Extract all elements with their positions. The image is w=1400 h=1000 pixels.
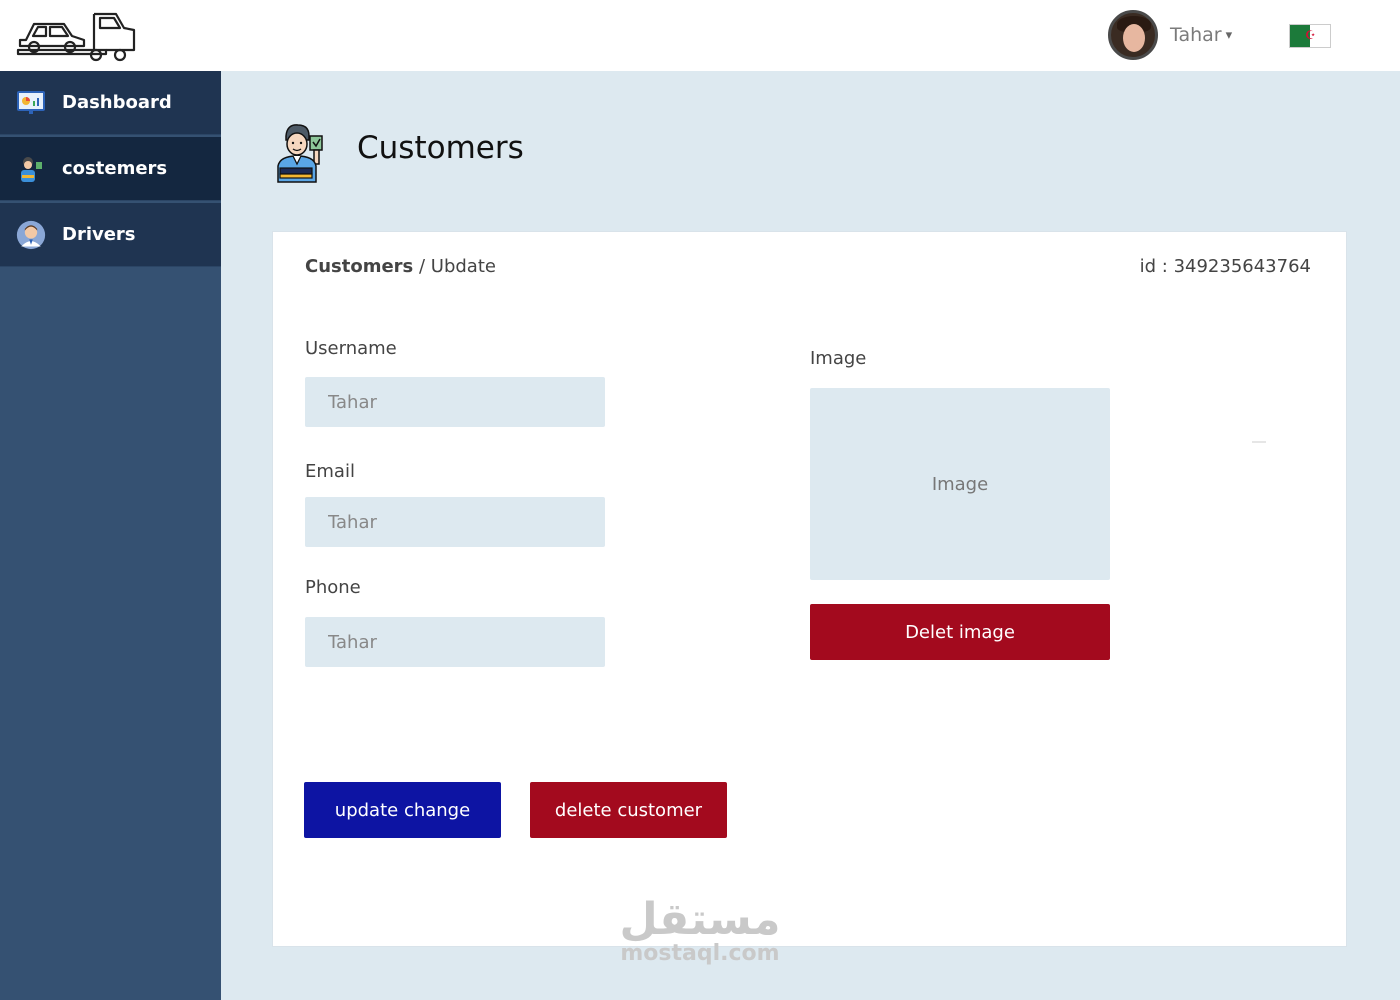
- sidebar-item-label: costemers: [62, 158, 168, 179]
- page-title: Customers: [357, 130, 524, 166]
- chevron-down-icon[interactable]: ▾: [1226, 28, 1233, 43]
- sidebar-item-dashboard[interactable]: Dashboard: [0, 71, 221, 135]
- breadcrumb-parent-link[interactable]: Customers: [305, 256, 413, 277]
- user-menu[interactable]: Tahar ▾: [1108, 10, 1232, 60]
- customer-id-value: 349235643764: [1173, 256, 1311, 277]
- phone-input[interactable]: [305, 617, 605, 667]
- customer-id: id : 349235643764: [1140, 256, 1311, 277]
- dashboard-icon: [16, 88, 46, 118]
- avatar[interactable]: [1108, 10, 1158, 60]
- sidebar: Dashboard costemers Drivers: [0, 71, 221, 1000]
- driver-icon: [16, 220, 46, 250]
- update-change-button[interactable]: update change: [304, 782, 501, 838]
- sidebar-item-customers[interactable]: costemers: [0, 137, 221, 201]
- customer-icon: [277, 124, 323, 183]
- customer-update-card: Customers / Ubdate id : 349235643764 Use…: [272, 231, 1347, 947]
- top-bar: Tahar ▾ ☪: [0, 0, 1400, 71]
- breadcrumb-separator: /: [413, 256, 431, 277]
- breadcrumb: Customers / Ubdate: [305, 256, 496, 277]
- phone-label: Phone: [305, 577, 361, 598]
- customer-icon: [16, 154, 46, 184]
- watermark-arabic: مستقل: [619, 894, 781, 945]
- customer-id-label: id :: [1139, 256, 1174, 277]
- email-input[interactable]: [305, 497, 605, 547]
- delete-customer-button[interactable]: delete customer: [530, 782, 727, 838]
- email-label: Email: [305, 461, 355, 482]
- algeria-flag-icon[interactable]: ☪: [1289, 24, 1331, 48]
- watermark: مستقل mostaql.com: [600, 894, 800, 967]
- tow-truck-logo-icon[interactable]: [16, 10, 138, 62]
- username-input[interactable]: [305, 377, 605, 427]
- sidebar-item-drivers[interactable]: Drivers: [0, 203, 221, 267]
- image-label: Image: [810, 348, 867, 369]
- sidebar-item-label: Drivers: [62, 224, 136, 245]
- username-label: Username: [305, 338, 397, 359]
- sidebar-item-label: Dashboard: [62, 92, 172, 113]
- image-upload-area[interactable]: Image: [810, 388, 1110, 580]
- breadcrumb-current: Ubdate: [430, 256, 496, 277]
- delete-image-button[interactable]: Delet image: [810, 604, 1110, 660]
- user-name[interactable]: Tahar: [1170, 24, 1222, 46]
- divider: [1252, 441, 1266, 443]
- watermark-latin: mostaql.com: [620, 941, 780, 966]
